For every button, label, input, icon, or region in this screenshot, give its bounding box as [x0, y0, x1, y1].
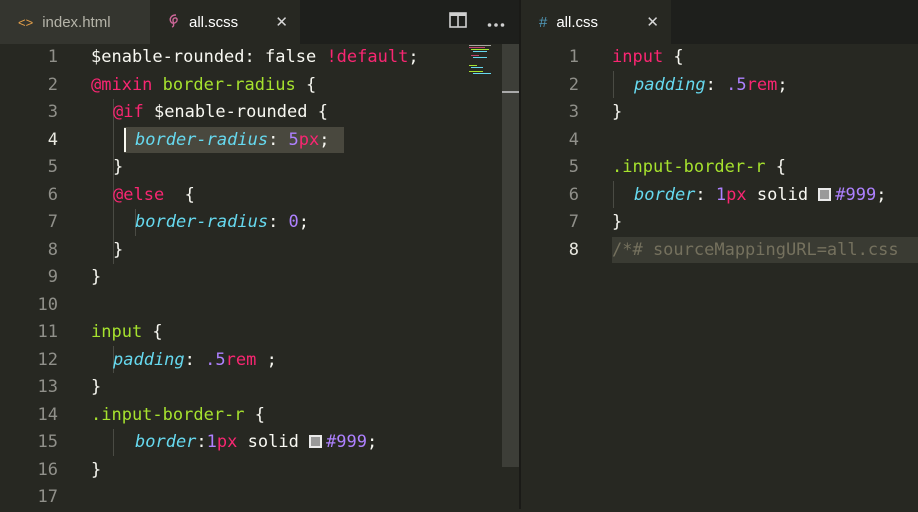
indent-guide	[613, 71, 614, 98]
code-line-12: padding: .5rem ;	[113, 349, 277, 370]
sass-icon	[168, 13, 180, 31]
line-number: 9	[47, 267, 58, 287]
minimap-line	[473, 73, 491, 74]
html-file-icon: <>	[18, 14, 34, 30]
tab-all-scss[interactable]: all.scss ✕	[150, 0, 300, 44]
code-line-11: input {	[91, 322, 163, 342]
line-number: 3	[47, 102, 58, 122]
code-line-4: border-radius: 5px;	[135, 129, 330, 150]
close-icon[interactable]: ✕	[275, 13, 288, 31]
line-number: 12	[37, 349, 58, 370]
line-number: 8	[568, 239, 579, 260]
tab-actions	[449, 0, 519, 44]
code-line-16: }	[91, 459, 102, 480]
minimap-line	[471, 67, 483, 68]
minimap-line	[471, 49, 489, 50]
scrollbar-position-marker	[502, 91, 519, 93]
line-number: 4	[568, 129, 579, 150]
line-number: 1	[568, 47, 579, 67]
code-line-6: @else {	[113, 184, 195, 205]
code-line-8: }	[113, 239, 124, 260]
line-number: 10	[37, 294, 58, 315]
editor-window: <> index.html all.scss ✕ # all.css ✕ 1 2…	[0, 0, 918, 509]
code-line-13: }	[91, 377, 102, 397]
line-number: 7	[568, 212, 579, 232]
tab-index-html[interactable]: <> index.html	[0, 0, 150, 44]
scrollbar[interactable]	[502, 44, 519, 467]
minimap[interactable]	[467, 44, 502, 464]
code-line-3: @if $enable-rounded {	[113, 102, 328, 122]
right-tab-bar: # all.css ✕	[521, 0, 918, 44]
tab-all-css[interactable]: # all.css ✕	[521, 0, 671, 44]
tab-label: all.scss	[189, 13, 239, 31]
left-tab-bar: <> index.html all.scss ✕	[0, 0, 519, 44]
minimap-line	[469, 71, 483, 72]
color-swatch[interactable]	[309, 435, 323, 448]
minimap-line	[473, 51, 487, 52]
code-line-2: @mixin border-radius {	[91, 74, 317, 95]
line-number: 7	[47, 212, 58, 232]
code-line-3: }	[612, 102, 623, 122]
line-number: 16	[37, 459, 58, 480]
code-line-14: .input-border-r {	[91, 404, 266, 425]
line-number: 5	[47, 157, 58, 177]
close-icon[interactable]: ✕	[646, 13, 659, 31]
line-number: 17	[37, 487, 58, 507]
line-number: 3	[568, 102, 579, 122]
code-line-5: .input-border-r {	[612, 157, 787, 177]
code-line-6: border: 1px solid #999;	[634, 184, 887, 205]
line-number: 6	[47, 184, 58, 205]
code-line-1: input {	[612, 47, 684, 67]
code-line-7: }	[612, 212, 623, 232]
tab-label: all.css	[556, 13, 599, 31]
line-number: 13	[37, 377, 58, 397]
code-line-15: border:1px solid #999;	[135, 432, 378, 452]
line-number: 11	[37, 322, 58, 342]
split-editor-icon[interactable]	[449, 12, 467, 32]
line-number: 14	[37, 404, 58, 425]
line-number: 4	[47, 129, 58, 150]
indent-guide	[113, 429, 114, 456]
more-actions-icon[interactable]	[487, 13, 505, 32]
tab-label: index.html	[42, 13, 111, 31]
line-number: 1	[47, 47, 58, 67]
code-line-5: }	[113, 157, 124, 177]
minimap-line	[469, 47, 485, 48]
line-number: 15	[37, 432, 58, 452]
line-number: 8	[47, 239, 58, 260]
color-swatch[interactable]	[818, 187, 832, 201]
line-number: 6	[568, 184, 579, 205]
code-line-7: border-radius: 0;	[135, 212, 310, 232]
line-number: 2	[47, 74, 58, 95]
line-number: 5	[568, 157, 579, 177]
line-number: 2	[568, 74, 579, 95]
text-caret	[124, 128, 126, 152]
code-line-9: }	[91, 267, 102, 287]
minimap-line	[469, 65, 477, 66]
minimap-line	[473, 57, 487, 58]
code-line-8: /*# sourceMappingURL=all.css	[612, 239, 899, 260]
css-file-icon: #	[539, 13, 548, 31]
minimap-line	[471, 55, 479, 56]
code-line-2: padding: .5rem;	[634, 74, 788, 95]
scss-editor[interactable]: 1 2 3 4 5 6 7 8 9 10 11 12 13 14 15 16 17 $enable-rounde…	[0, 44, 519, 509]
indent-guide	[613, 181, 614, 208]
minimap-line	[469, 45, 491, 46]
css-editor[interactable]: 1 2 3 4 5 6 7 8 input { padding: .5rem; } .inpu…	[521, 44, 918, 509]
code-line-1: $enable-rounded: false !default;	[91, 47, 419, 67]
